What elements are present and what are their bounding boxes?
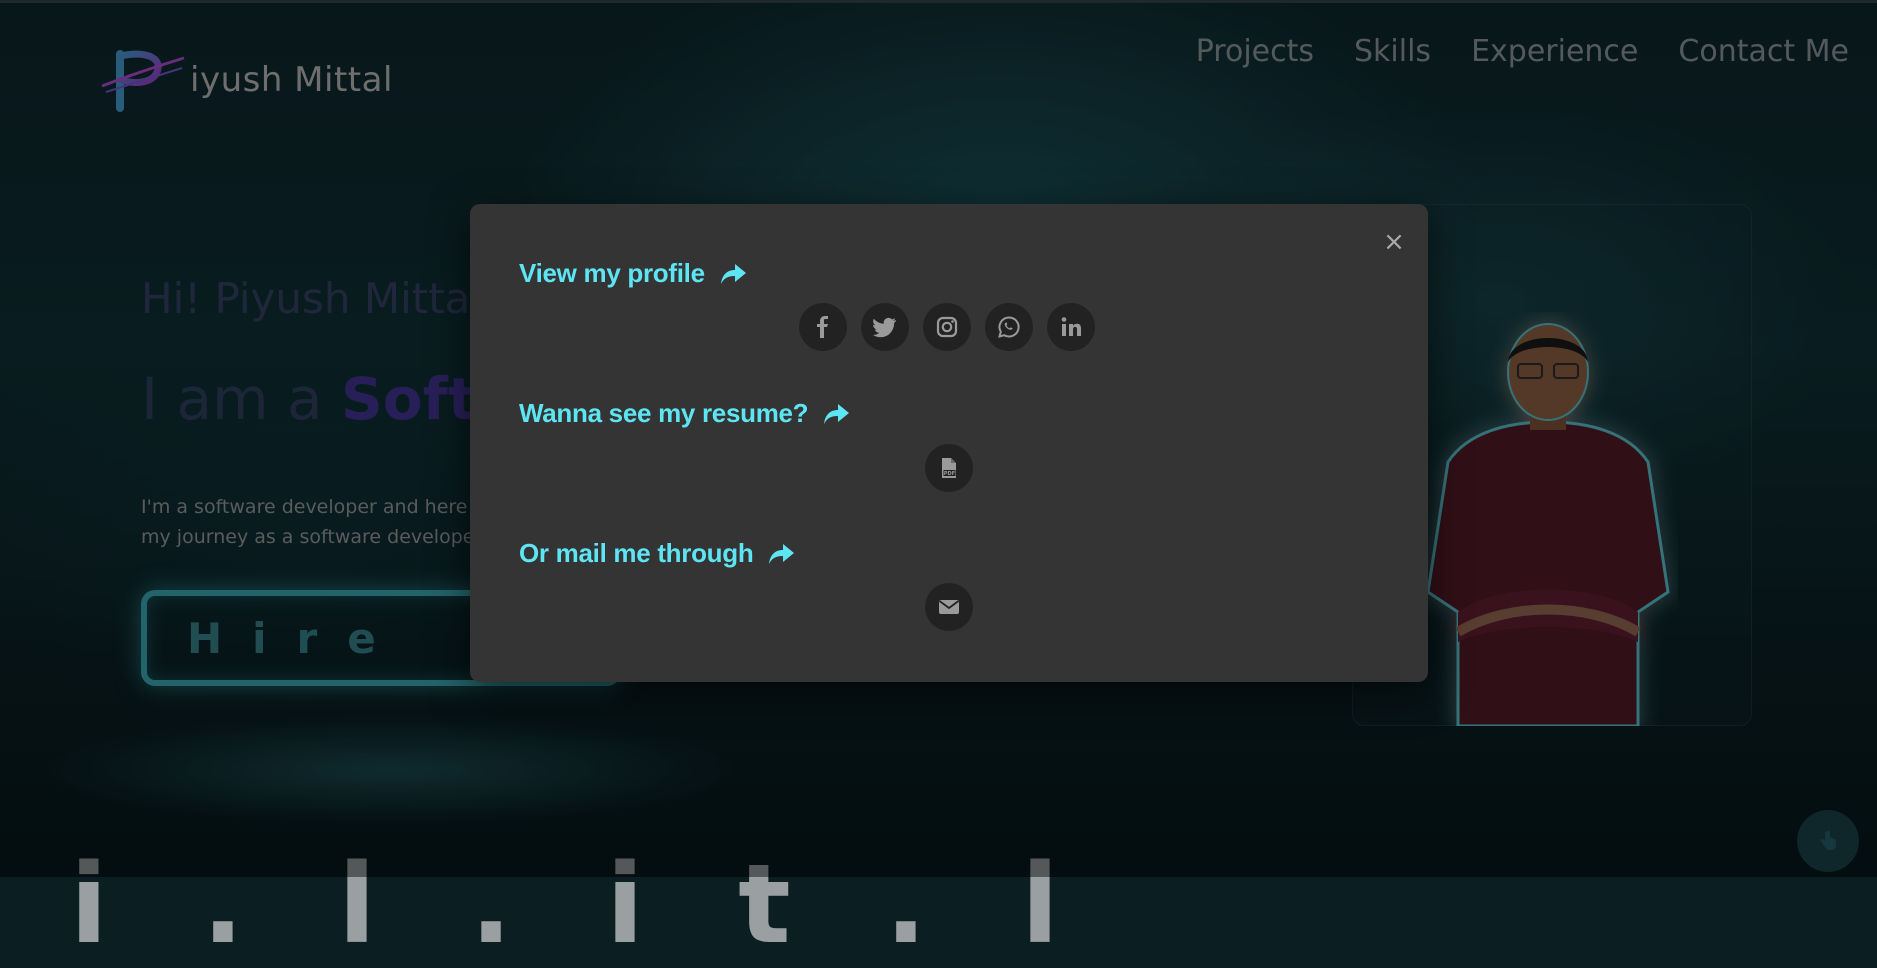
- mail-section-title: Or mail me through: [519, 538, 795, 569]
- facebook-button[interactable]: [799, 303, 847, 351]
- svg-text:PDF: PDF: [944, 471, 955, 477]
- resume-pdf-button[interactable]: PDF: [925, 444, 973, 492]
- resume-title-text: Wanna see my resume?: [519, 398, 809, 428]
- share-arrow-icon: [720, 263, 746, 284]
- share-arrow-icon: [824, 403, 850, 424]
- whatsapp-icon: [998, 316, 1020, 338]
- share-arrow-icon: [769, 543, 795, 564]
- instagram-button[interactable]: [923, 303, 971, 351]
- contact-modal: × View my profile Wanna see my resume? P…: [470, 204, 1428, 682]
- resume-section-title: Wanna see my resume?: [519, 398, 850, 429]
- profile-title-text: View my profile: [519, 258, 705, 288]
- mail-title-text: Or mail me through: [519, 538, 754, 568]
- email-button[interactable]: [925, 583, 973, 631]
- profile-section-title: View my profile: [519, 258, 747, 289]
- envelope-icon: [938, 600, 960, 614]
- linkedin-icon: [1061, 317, 1081, 336]
- facebook-icon: [817, 316, 828, 338]
- pdf-file-icon: PDF: [942, 458, 956, 478]
- whatsapp-button[interactable]: [985, 303, 1033, 351]
- twitter-icon: [873, 317, 897, 338]
- linkedin-button[interactable]: [1047, 303, 1095, 351]
- close-button[interactable]: ×: [1382, 229, 1406, 255]
- mail-icons-row: [925, 583, 973, 631]
- instagram-icon: [936, 316, 958, 338]
- twitter-button[interactable]: [861, 303, 909, 351]
- resume-icons-row: PDF: [925, 444, 973, 492]
- social-icons-row: [799, 303, 1095, 351]
